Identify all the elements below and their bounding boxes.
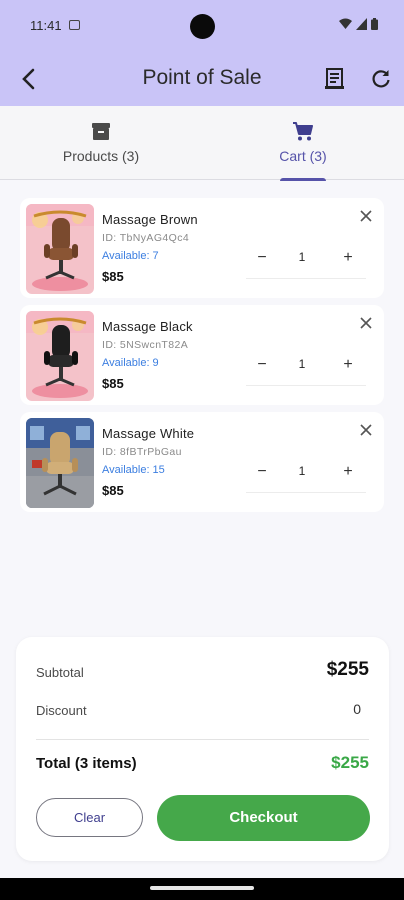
close-icon [360,317,372,329]
discount-label: Discount [36,703,87,718]
refresh-icon [372,70,390,88]
increase-qty-button[interactable]: + [340,250,356,266]
refresh-button[interactable] [368,66,394,92]
order-summary: Subtotal $255 Discount 0 Total (3 items)… [16,637,389,861]
status-icons [339,18,378,30]
product-id: ID: 5NSwcnT82A [102,339,189,351]
receipt-icon [325,68,344,89]
clear-button[interactable]: Clear [36,798,143,837]
product-image [26,204,94,294]
increase-qty-button[interactable]: + [340,357,356,373]
cart-item: Massage Brown ID: TbNyAG4Qc4 Available: … [20,198,384,298]
divider [36,739,369,740]
archive-box-icon [92,123,110,140]
cart-icon [293,122,313,141]
tab-cart[interactable]: Cart (3) [202,106,404,181]
product-availability: Available: 15 [102,464,165,476]
product-id: ID: TbNyAG4Qc4 [102,232,190,244]
subtotal-value: $255 [326,659,369,680]
tab-products-label: Products (3) [62,148,140,164]
wifi-icon [339,18,352,29]
product-id: ID: 8fBTrPbGau [102,446,182,458]
qty-value: 1 [298,464,306,478]
product-availability: Available: 9 [102,357,159,369]
product-price: $85 [102,269,124,284]
subtotal-label: Subtotal [36,665,84,680]
status-bar: 11:41 [0,0,404,52]
signal-icon [356,18,367,30]
decrease-qty-button[interactable]: − [254,357,270,373]
divider [246,278,366,279]
sim-icon [69,20,80,30]
product-image [26,311,94,401]
tab-cart-label: Cart (3) [279,148,327,164]
close-icon [360,424,372,436]
system-nav-bar [0,878,404,900]
discount-value: 0 [353,701,361,717]
increase-qty-button[interactable]: + [340,464,356,480]
cart-item: Massage Black ID: 5NSwcnT82A Available: … [20,305,384,405]
remove-item-button[interactable] [358,422,374,438]
close-icon [360,210,372,222]
tab-indicator [280,178,326,181]
cart-item: Massage White ID: 8fBTrPbGau Available: … [20,412,384,512]
divider [246,385,366,386]
home-indicator[interactable] [150,886,254,890]
product-price: $85 [102,376,124,391]
battery-icon [371,18,378,30]
product-name: Massage Brown [102,212,198,227]
product-name: Massage White [102,426,195,441]
qty-value: 1 [298,357,306,371]
total-label: Total (3 items) [36,755,137,772]
remove-item-button[interactable] [358,208,374,224]
app-bar: Point of Sale [0,52,404,106]
qty-value: 1 [298,250,306,264]
product-image [26,418,94,508]
product-availability: Available: 7 [102,250,159,262]
divider [246,492,366,493]
total-value: $255 [331,753,369,772]
camera-cutout [190,14,215,39]
tab-bar: Products (3) Cart (3) [0,106,404,181]
status-time: 11:41 [30,18,62,33]
decrease-qty-button[interactable]: − [254,464,270,480]
product-name: Massage Black [102,319,193,334]
tab-products[interactable]: Products (3) [0,106,202,180]
decrease-qty-button[interactable]: − [254,250,270,266]
remove-item-button[interactable] [358,315,374,331]
receipt-button[interactable] [322,66,348,92]
checkout-button[interactable]: Checkout [157,795,370,841]
product-price: $85 [102,483,124,498]
